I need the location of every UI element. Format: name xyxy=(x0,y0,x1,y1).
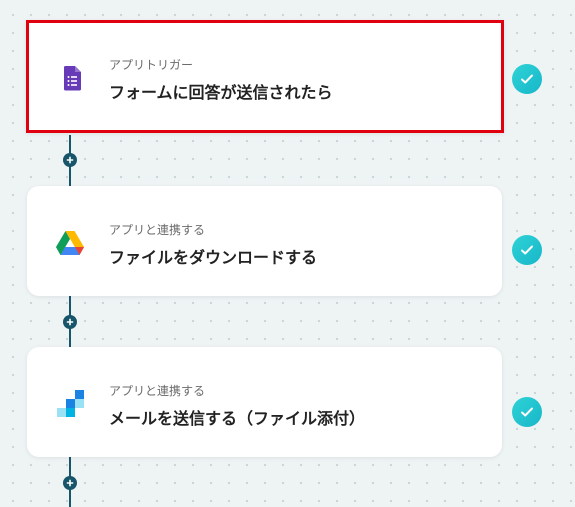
google-forms-icon xyxy=(57,63,87,93)
google-drive-icon xyxy=(55,228,85,258)
plus-icon xyxy=(66,156,74,164)
plus-icon xyxy=(66,318,74,326)
sendgrid-icon xyxy=(55,389,85,419)
step-type-label: アプリトリガー xyxy=(109,58,194,72)
step-card-download[interactable]: アプリと連携する ファイルをダウンロードする xyxy=(27,186,502,296)
plus-icon xyxy=(66,479,74,487)
step-title: フォームに回答が送信されたら xyxy=(109,83,333,102)
step-title: ファイルをダウンロードする xyxy=(109,248,318,267)
step-type-label: アプリと連携する xyxy=(109,384,206,398)
step-title: メールを送信する（ファイル添付） xyxy=(109,409,366,428)
add-step-button[interactable] xyxy=(63,153,77,167)
add-step-button[interactable] xyxy=(63,315,77,329)
step-type-label: アプリと連携する xyxy=(109,223,206,237)
check-icon xyxy=(512,235,542,265)
check-icon xyxy=(512,397,542,427)
check-icon xyxy=(512,64,542,94)
step-card-send-email[interactable]: アプリと連携する メールを送信する（ファイル添付） xyxy=(27,347,502,457)
add-step-button[interactable] xyxy=(63,476,77,490)
step-card-trigger[interactable]: アプリトリガー フォームに回答が送信されたら xyxy=(26,20,504,133)
